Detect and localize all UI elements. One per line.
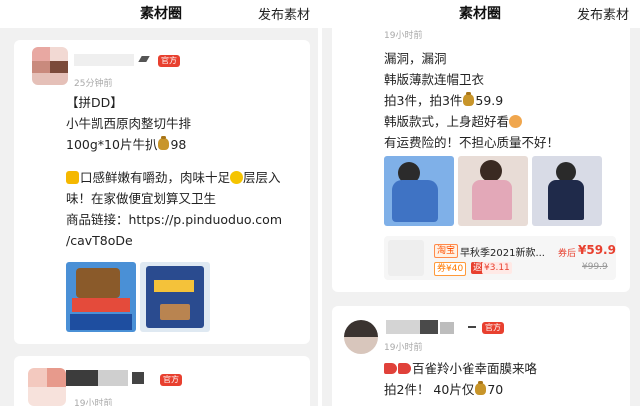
- product-thumbnail: [388, 240, 424, 276]
- post-line: 【拼DD】: [66, 95, 123, 110]
- post-card: 官方 25分钟前 【拼DD】 小牛凯西原肉整切牛排 100g*10片牛扒 98 口…: [14, 40, 310, 344]
- username-mark: [468, 326, 476, 328]
- post-line[interactable]: /cavT8oDe: [66, 230, 282, 251]
- post-line: 百雀羚小雀幸面膜来咯: [384, 358, 537, 379]
- left-topbar: 素材圈 发布素材: [0, 0, 318, 28]
- username-blurred: [440, 322, 454, 334]
- post-line: 小牛凯西原肉整切牛排: [66, 116, 192, 131]
- post-time: 19小时前: [384, 343, 423, 353]
- product-image[interactable]: [140, 262, 210, 332]
- username-blurred: [98, 370, 128, 386]
- product-title: 早秋季2021新款...: [460, 248, 545, 259]
- official-badge: 官方: [158, 55, 180, 67]
- username-blurred: [420, 320, 438, 334]
- official-badge: 官方: [482, 322, 504, 334]
- product-image[interactable]: [384, 156, 454, 226]
- right-feed-panel: 19小时前 漏洞，漏洞 韩版薄款连帽卫衣 拍3件，拍3件 59.9 韩版款式，上身…: [322, 0, 640, 406]
- post-time: 19小时前: [74, 399, 113, 406]
- publish-material-button[interactable]: 发布素材: [258, 4, 310, 23]
- post-time: 25分钟前: [74, 79, 113, 89]
- publish-material-button[interactable]: 发布素材: [577, 4, 629, 23]
- post-time: 19小时前: [384, 31, 423, 41]
- username-blurred: [66, 370, 98, 386]
- coupon-tag: 券¥40: [434, 262, 467, 276]
- post-line[interactable]: 商品链接：https://p.pinduoduo.com: [66, 209, 282, 230]
- post-content: 百雀羚小雀幸面膜来咯 拍2件！ 40片仅 70: [384, 358, 537, 400]
- avatar[interactable]: [344, 320, 378, 354]
- money-bag-icon: [475, 381, 487, 395]
- product-image[interactable]: [458, 156, 528, 226]
- post-line: 韩版款式，上身超好看: [384, 111, 559, 132]
- post-line: 韩版薄款连帽卫衣: [384, 72, 485, 87]
- post-line: 拍2件！ 40片仅 70: [384, 381, 504, 397]
- post-card: 官方 19小时前: [14, 356, 310, 406]
- megaphone-icon: [398, 363, 411, 374]
- avatar[interactable]: [28, 368, 66, 406]
- price-label: 券后: [558, 249, 577, 259]
- username-mark: [132, 372, 144, 384]
- original-price: ¥99.9: [582, 262, 608, 272]
- product-image[interactable]: [532, 156, 602, 226]
- right-topbar: 素材圈 发布素材: [322, 0, 640, 28]
- post-line: 100g*10片牛扒 98: [66, 136, 187, 152]
- smile-icon: [230, 171, 244, 184]
- product-card[interactable]: 淘宝 早秋季2021新款... 券¥40 返 ¥3.11 券后 ¥59.9 ¥9…: [384, 236, 616, 280]
- product-price: ¥59.9: [578, 243, 616, 257]
- post-content: 漏洞，漏洞 韩版薄款连帽卫衣 拍3件，拍3件 59.9 韩版款式，上身超好看 有运…: [384, 48, 559, 153]
- post-card: 官方 19小时前 百雀羚小雀幸面膜来咯 拍2件！ 40片仅 70: [332, 306, 630, 406]
- product-image[interactable]: [66, 262, 136, 332]
- left-feed-panel: 素材圈 发布素材 官方 25分钟前 【拼DD】 小牛凯西原肉整切牛排 100g*…: [0, 0, 318, 406]
- post-line: 拍3件，拍3件 59.9: [384, 92, 504, 108]
- official-badge: 官方: [160, 374, 182, 386]
- page-title: 素材圈: [140, 6, 182, 22]
- rebate-value: ¥3.11: [482, 262, 512, 274]
- post-line: 口感鲜嫩有嚼劲，肉味十足 层层入: [66, 167, 282, 188]
- post-content: 【拼DD】 小牛凯西原肉整切牛排 100g*10片牛扒 98 口感鲜嫩有嚼劲，肉味…: [66, 92, 282, 251]
- username-blurred: [74, 54, 134, 66]
- money-bag-icon: [158, 136, 170, 150]
- avatar[interactable]: [32, 47, 68, 85]
- money-bag-icon: [463, 92, 475, 106]
- platform-tag: 淘宝: [434, 244, 459, 258]
- girl-emoji-icon: [509, 115, 523, 128]
- thumbs-up-icon: [66, 171, 79, 184]
- megaphone-icon: [384, 363, 397, 374]
- page-title: 素材圈: [459, 6, 501, 22]
- username-blurred: [386, 320, 420, 334]
- post-line: 有运费险的！不担心质量不好！: [384, 135, 560, 150]
- post-line: 漏洞，漏洞: [384, 51, 447, 66]
- username-mark: [138, 56, 150, 62]
- post-line: 味！在家做便宜划算又卫生: [66, 191, 217, 206]
- post-card: 19小时前 漏洞，漏洞 韩版薄款连帽卫衣 拍3件，拍3件 59.9 韩版款式，上身…: [332, 0, 630, 292]
